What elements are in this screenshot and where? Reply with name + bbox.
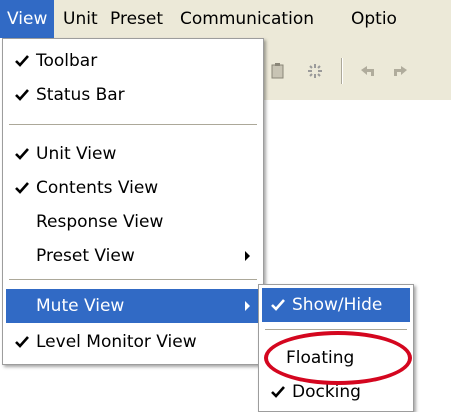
- checkmark-icon: [271, 386, 285, 398]
- menu-item-label: Status Bar: [36, 85, 125, 105]
- menu-item-label: Level Monitor View: [36, 332, 197, 352]
- menu-item-label: Unit View: [36, 144, 117, 164]
- menu-item-floating[interactable]: Floating: [262, 341, 410, 375]
- menu-item-label: Docking: [292, 382, 361, 402]
- menu-item-docking[interactable]: Docking: [262, 375, 410, 409]
- checkmark-icon: [15, 182, 29, 194]
- menu-item-label: Mute View: [36, 296, 125, 316]
- menu-item-label: Preset View: [36, 246, 135, 266]
- menu-separator: [265, 329, 407, 331]
- menu-separator: [9, 124, 257, 126]
- menu-item-toolbar[interactable]: Toolbar: [6, 44, 260, 78]
- menu-item-contents-view[interactable]: Contents View: [6, 171, 260, 205]
- settings-burst-icon[interactable]: [304, 62, 326, 80]
- menu-item-show-hide[interactable]: Show/Hide: [262, 288, 410, 322]
- menu-communication[interactable]: Communication: [173, 0, 321, 38]
- menu-preset[interactable]: Preset: [103, 0, 170, 38]
- menu-unit[interactable]: Unit: [56, 0, 105, 38]
- menu-item-level-monitor-view[interactable]: Level Monitor View: [6, 325, 260, 359]
- mute-view-submenu: Show/Hide Floating Docking: [258, 284, 414, 412]
- view-menu: Toolbar Status Bar Unit View Contents Vi…: [2, 38, 264, 365]
- menu-item-label: Toolbar: [36, 51, 98, 71]
- clipboard-icon[interactable]: [268, 62, 290, 80]
- menu-separator: [9, 279, 257, 281]
- menu-item-label: Show/Hide: [292, 295, 383, 315]
- checkmark-icon: [15, 336, 29, 348]
- toolbar-separator: [341, 58, 343, 84]
- checkmark-icon: [15, 89, 29, 101]
- menu-item-label: Contents View: [36, 178, 159, 198]
- menu-item-unit-view[interactable]: Unit View: [6, 137, 260, 171]
- menu-item-mute-view[interactable]: Mute View: [6, 289, 260, 323]
- menu-options[interactable]: Optio: [344, 0, 404, 38]
- submenu-arrow-icon: [245, 301, 250, 311]
- undo-icon[interactable]: [357, 62, 379, 80]
- checkmark-icon: [15, 148, 29, 160]
- redo-icon[interactable]: [389, 62, 411, 80]
- menu-item-label: Floating: [286, 348, 355, 368]
- menu-item-preset-view[interactable]: Preset View: [6, 239, 260, 273]
- menu-view[interactable]: View: [0, 0, 55, 38]
- menu-item-response-view[interactable]: Response View: [6, 205, 260, 239]
- checkmark-icon: [271, 299, 285, 311]
- menu-bar: View Unit Preset Communication Optio: [0, 0, 451, 38]
- menu-item-label: Response View: [36, 212, 164, 232]
- toolbar: [258, 38, 451, 100]
- submenu-arrow-icon: [245, 251, 250, 261]
- menu-item-status-bar[interactable]: Status Bar: [6, 78, 260, 112]
- checkmark-icon: [15, 55, 29, 67]
